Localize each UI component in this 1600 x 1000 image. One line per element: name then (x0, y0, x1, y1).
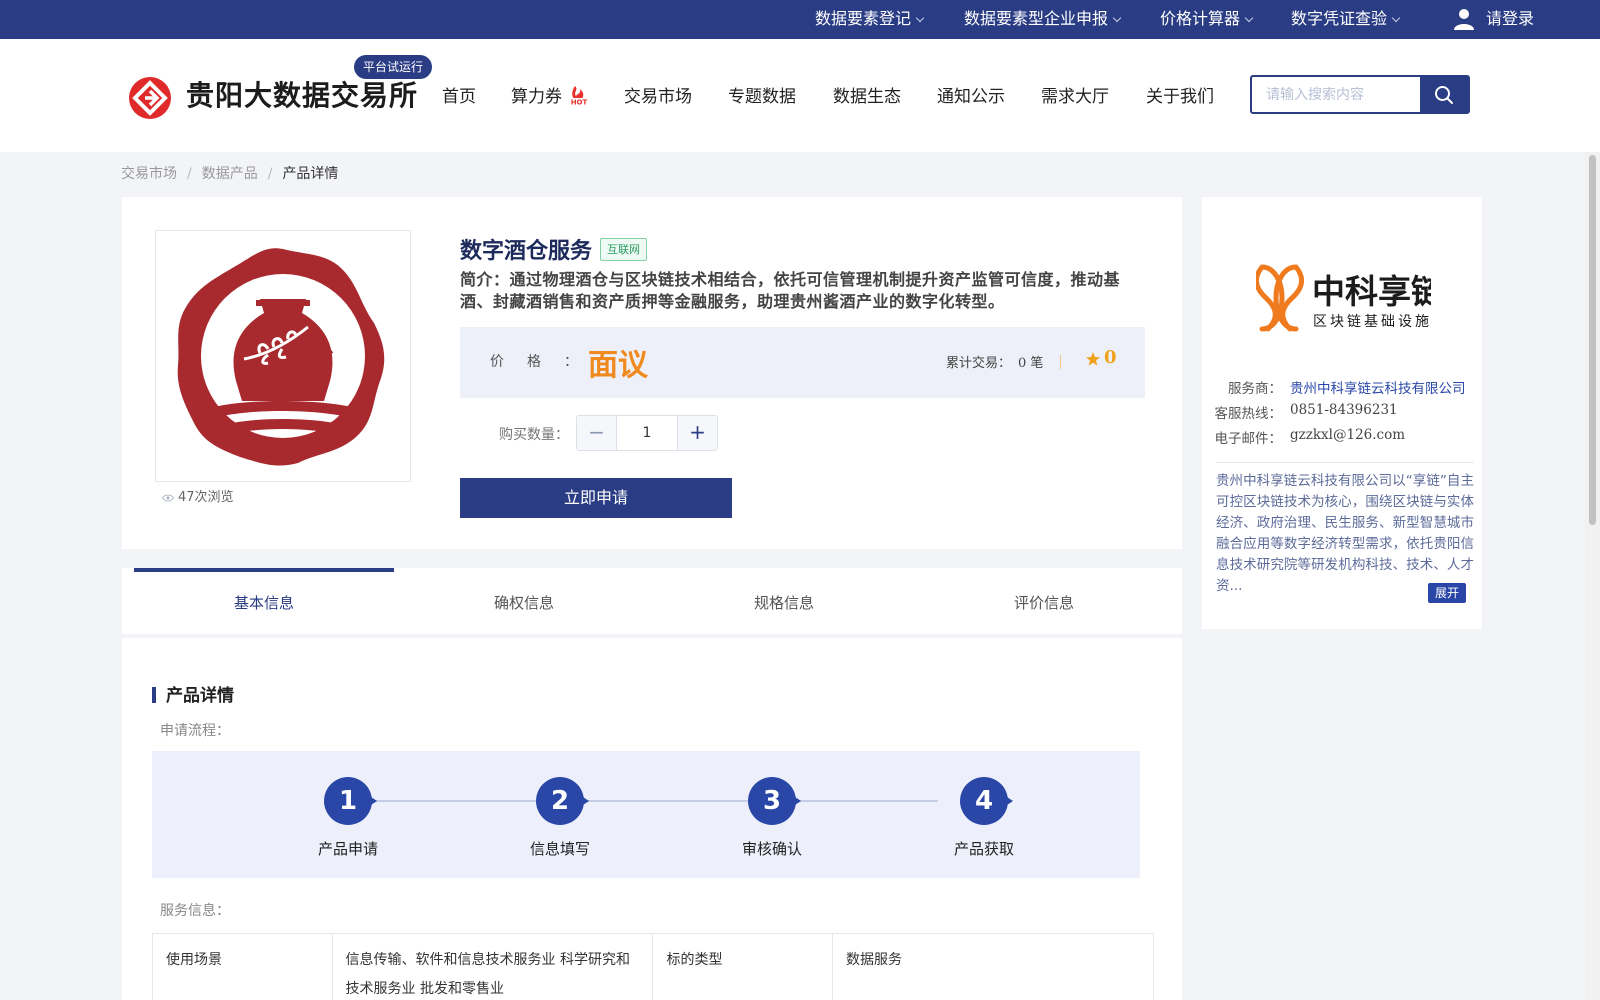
flow-label: 申请流程： (160, 723, 230, 739)
eye-icon (162, 494, 174, 501)
price-label: 价格： (490, 354, 601, 370)
table-row: 使用场景 信息传输、软件和信息技术服务业 科学研究和技术服务业 批发和零售业 标… (152, 933, 1154, 1000)
apply-now-button[interactable]: 立即申请 (460, 478, 732, 518)
section-marker (152, 687, 156, 703)
breadcrumb-current: 产品详情 (282, 166, 339, 182)
vendor-description: 贵州中科享链云科技有限公司以“享链”自主可控区块链技术为核心，围绕区块链与实体经… (1216, 473, 1474, 594)
product-card: 47次浏览 数字酒仓服务 互联网 简介：通过物理酒仓与区块链技术相结合，依托可信… (122, 197, 1182, 549)
nav-about-us[interactable]: 关于我们 (1146, 82, 1214, 107)
table-cell: 标的类型 (652, 933, 834, 1000)
product-description: 简介：通过物理酒仓与区块链技术相结合，依托可信管理机制提升资产监管可信度，推动基… (460, 270, 1121, 311)
exchange-logo[interactable] (128, 76, 172, 120)
search-button[interactable] (1420, 77, 1468, 112)
breadcrumb-trading-market[interactable]: 交易市场 (121, 166, 177, 182)
star-icon (1086, 352, 1100, 366)
step-1-circle: 1 (324, 777, 377, 825)
chevron-down-icon (1244, 13, 1254, 23)
breadcrumb-separator: / (267, 166, 273, 182)
quantity-label: 购买数量： (499, 427, 569, 443)
chevron-down-icon (1391, 13, 1401, 23)
service-label: 服务信息： (160, 903, 230, 919)
tab-rights-info[interactable]: 确权信息 (394, 568, 654, 634)
price-panel: 价格： 面议 累计交易： 0 笔 0 (460, 327, 1145, 398)
search-icon (1435, 86, 1453, 104)
user-icon[interactable] (1452, 7, 1476, 31)
application-flow: 1 产品申请 2 信息填写 3 审核确认 4 产品获取 (152, 751, 1140, 878)
topbar-certificate-check[interactable]: 数字凭证查验 (1291, 0, 1401, 39)
product-detail-section: 产品详情 申请流程： 1 产品申请 2 信息填写 3 审核确认 4 产品获取 服… (122, 638, 1182, 1000)
view-count: 47次浏览 (162, 486, 234, 505)
table-cell: 使用场景 (152, 933, 333, 1000)
top-utility-bar: 数据要素登记 数据要素型企业申报 价格计算器 数字凭证查验 请登录 (0, 0, 1600, 39)
trade-count-value: 0 笔 (1018, 356, 1044, 371)
flow-connector (348, 800, 938, 802)
nav-notices[interactable]: 通知公示 (937, 82, 1005, 107)
step-3-name: 审核确认 (741, 840, 802, 858)
tab-basic-info[interactable]: 基本信息 (134, 568, 394, 634)
category-tag: 互联网 (600, 238, 647, 261)
tab-spec-info[interactable]: 规格信息 (654, 568, 914, 634)
search-box (1250, 75, 1470, 114)
step-4-circle: 4 (960, 777, 1013, 825)
nav-data-ecosystem[interactable]: 数据生态 (833, 82, 901, 107)
vendor-logo-text: 中科享链 (1312, 272, 1431, 311)
step-3-circle: 3 (748, 777, 801, 825)
decrease-button[interactable]: − (577, 416, 617, 450)
step-2-name: 信息填写 (529, 840, 590, 858)
price-value: 面议 (588, 348, 648, 383)
increase-button[interactable]: + (677, 416, 717, 450)
svg-text:HOT: HOT (571, 99, 588, 106)
expand-button[interactable]: 展开 (1428, 583, 1467, 603)
nav-compute-voucher[interactable]: 算力券 (511, 82, 562, 107)
step-1-name: 产品申请 (317, 840, 378, 858)
topbar-enterprise-declaration[interactable]: 数据要素型企业申报 (964, 0, 1122, 39)
divider (1216, 462, 1474, 463)
trial-badge: 平台试运行 (354, 55, 433, 79)
nav-trading-market[interactable]: 交易市场 (624, 82, 692, 107)
wine-jar-seal-image (177, 248, 385, 466)
service-info-table: 使用场景 信息传输、软件和信息技术服务业 科学研究和技术服务业 批发和零售业 标… (152, 933, 1154, 1000)
topbar-price-calculator[interactable]: 价格计算器 (1160, 0, 1254, 39)
site-header: 贵阳大数据交易所 平台试运行 首页 算力券 HOT 交易市场 专题数据 数据生态… (0, 39, 1600, 152)
step-4-name: 产品获取 (953, 840, 1014, 858)
quantity-input[interactable] (617, 416, 677, 450)
provider-link[interactable]: 贵州中科享链云科技有限公司 (1290, 377, 1466, 397)
vendor-logo-subtext: 区块链基础设施 (1313, 313, 1431, 330)
search-input[interactable] (1252, 77, 1424, 112)
product-title: 数字酒仓服务 (460, 238, 593, 264)
vendor-card: 中科享链 区块链基础设施 服务商： 贵州中科享链云科技有限公司 客服热线： 08… (1202, 197, 1482, 629)
hotline-value: 0851-84396231 (1290, 402, 1398, 418)
product-image (155, 230, 411, 482)
scrollbar-thumb[interactable] (1589, 155, 1596, 525)
table-cell: 数据服务 (832, 933, 1154, 1000)
topbar-data-registration[interactable]: 数据要素登记 (815, 0, 925, 39)
step-2-circle: 2 (536, 777, 589, 825)
trade-count-label: 累计交易： (946, 356, 1012, 371)
breadcrumb: 交易市场 / 数据产品 / 产品详情 (121, 163, 338, 183)
nav-demand-hall[interactable]: 需求大厅 (1041, 82, 1109, 107)
divider (1060, 355, 1061, 369)
hotline-label: 客服热线： (1214, 406, 1283, 422)
nav-home[interactable]: 首页 (442, 82, 476, 107)
quantity-stepper: − + (576, 415, 718, 451)
detail-tabs: 基本信息 确权信息 规格信息 评价信息 (122, 568, 1182, 634)
vendor-logo: 中科享链 区块链基础设施 (1256, 264, 1431, 332)
email-value: gzzkxl@126.com (1290, 427, 1406, 443)
section-title: 产品详情 (166, 686, 234, 706)
chevron-down-icon (1112, 13, 1122, 23)
breadcrumb-data-products[interactable]: 数据产品 (202, 166, 258, 182)
provider-label: 服务商： (1228, 381, 1282, 397)
tab-review-info[interactable]: 评价信息 (914, 568, 1174, 634)
rating-value: 0 (1104, 347, 1117, 368)
site-title: 贵阳大数据交易所 (186, 79, 419, 112)
page-scrollbar[interactable] (1585, 152, 1600, 1000)
breadcrumb-separator: / (187, 166, 192, 182)
nav-topic-data[interactable]: 专题数据 (728, 82, 796, 107)
login-link[interactable]: 请登录 (1486, 0, 1534, 39)
table-cell: 信息传输、软件和信息技术服务业 科学研究和技术服务业 批发和零售业 (331, 933, 654, 1000)
hot-flame-icon: HOT (567, 86, 591, 106)
chevron-down-icon (915, 13, 925, 23)
email-label: 电子邮件： (1214, 431, 1283, 447)
